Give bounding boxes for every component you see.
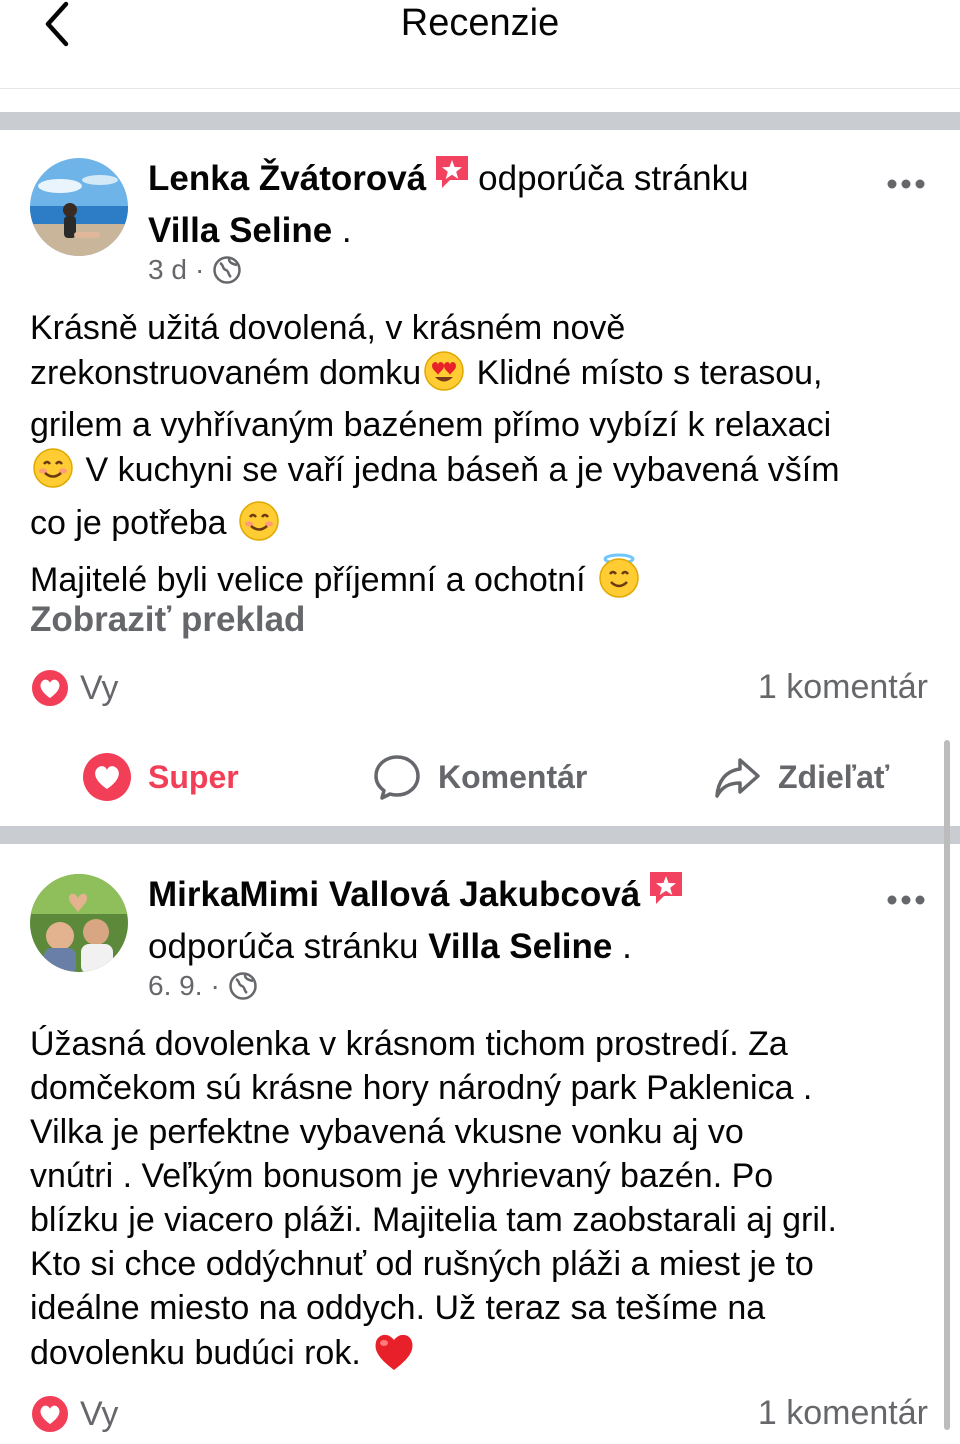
review-line: dovolenku budúci rok.: [30, 1334, 371, 1372]
section-divider: [0, 826, 960, 844]
post-header: Lenka Žvátorová odporúča stránku Villa Sel…: [148, 152, 880, 256]
share-icon: [715, 758, 760, 798]
page-suffix: .: [341, 211, 352, 250]
review-line: ideálne miesto na oddych. Už teraz sa te…: [30, 1289, 766, 1327]
review-line: V kuchyni se vaří jedna báseň a je vybav…: [76, 451, 840, 489]
comments-count[interactable]: 1 komentár: [758, 1394, 928, 1433]
scrollbar[interactable]: [944, 740, 950, 1430]
reactions-label: Vy: [80, 668, 119, 707]
section-divider: [0, 112, 960, 130]
review-text: Úžasná dovolenka v krásnom tichom prostr…: [30, 1022, 930, 1383]
love-reaction-icon: [30, 1394, 70, 1434]
see-translation-link[interactable]: Zobraziť preklad: [30, 600, 305, 640]
comments-count[interactable]: 1 komentár: [758, 668, 928, 707]
red-heart-emoji-icon: [372, 1330, 416, 1383]
comment-label: Komentár: [438, 758, 588, 795]
review-line: grilem a vyhřívaným bazénem přímo vybízí…: [30, 406, 832, 444]
review-post: MirkaMimi Vallová Jakubcová odporúča strá…: [0, 844, 960, 1444]
super-button[interactable]: Super: [82, 742, 239, 812]
recommend-badge-icon: [432, 152, 472, 206]
globe-icon: [229, 972, 257, 1000]
page-link[interactable]: Villa Seline: [148, 211, 332, 250]
page-suffix: .: [622, 927, 632, 966]
more-options-button[interactable]: [886, 174, 926, 194]
recommends-text: odporúča stránku: [478, 159, 749, 198]
review-line: co je potřeba: [30, 504, 237, 542]
author-name[interactable]: Lenka Žvátorová: [148, 159, 426, 198]
love-reaction-icon: [83, 753, 131, 801]
smile-emoji-icon: [32, 447, 74, 500]
more-icon: [887, 179, 925, 189]
review-post: Lenka Žvátorová odporúča stránku Villa Sel…: [0, 130, 960, 826]
recommend-badge-icon: [646, 868, 686, 922]
reactions-label: Vy: [80, 1394, 119, 1433]
review-line: Kto si chce oddýchnuť od rušných pláži a…: [30, 1245, 814, 1283]
review-line: Klidné místo s terasou,: [467, 354, 823, 392]
review-line: vnútri . Veľkým bonusom je vyhrievaný ba…: [30, 1157, 774, 1195]
post-time[interactable]: 6. 9.: [148, 970, 202, 1002]
reactions-summary[interactable]: Vy: [30, 668, 118, 708]
page-title: Recenzie: [400, 2, 560, 44]
review-line: Úžasná dovolenka v krásnom tichom prostr…: [30, 1025, 788, 1063]
post-meta: 6. 9. ·: [148, 970, 258, 1002]
reactions-row: Vy 1 komentár: [30, 668, 928, 712]
post-time[interactable]: 3 d: [148, 254, 187, 286]
review-line: blízku je viacero pláži. Majitelia tam z…: [30, 1201, 837, 1239]
review-line: Vilka je perfektne vybavená vkusne vonku…: [30, 1113, 744, 1151]
review-line: Krásně užitá dovolená, v krásném nově: [30, 309, 626, 347]
avatar[interactable]: [30, 874, 128, 972]
page-link[interactable]: Villa Seline: [428, 927, 612, 966]
post-header: MirkaMimi Vallová Jakubcová odporúča strá…: [148, 868, 880, 972]
heart-eyes-emoji-icon: [423, 350, 465, 403]
review-text: Krásně užitá dovolená, v krásném nově zr…: [30, 306, 930, 610]
reactions-summary[interactable]: Vy: [30, 1394, 118, 1434]
share-button[interactable]: Zdieľať: [712, 742, 889, 812]
meta-dot: ·: [210, 970, 220, 1001]
comment-icon: [374, 755, 420, 800]
action-bar: Super Komentár Zdieľať: [0, 742, 960, 812]
review-line: domčekom sú krásne hory národný park Pak…: [30, 1069, 813, 1107]
post-meta: 3 d ·: [148, 254, 242, 286]
share-label: Zdieľať: [778, 758, 890, 795]
halo-emoji-icon: [597, 553, 641, 610]
avatar[interactable]: [30, 158, 128, 256]
more-options-button[interactable]: [886, 890, 926, 910]
meta-dot: ·: [194, 254, 205, 285]
review-line: Majitelé byli velice příjemní a ochotní: [30, 561, 596, 599]
smile-emoji-icon: [238, 500, 280, 553]
more-icon: [887, 895, 925, 905]
review-line: zrekonstruovaném domku: [30, 354, 422, 392]
recommends-text: odporúča stránku: [148, 927, 419, 966]
comment-button[interactable]: Komentár: [372, 742, 587, 812]
globe-icon: [213, 256, 242, 284]
top-bar: Recenzie: [0, 0, 960, 89]
author-name[interactable]: MirkaMimi Vallová Jakubcová: [148, 875, 640, 914]
super-label: Super: [148, 758, 239, 795]
love-reaction-icon: [30, 668, 70, 708]
reactions-row: Vy 1 komentár: [30, 1394, 928, 1438]
